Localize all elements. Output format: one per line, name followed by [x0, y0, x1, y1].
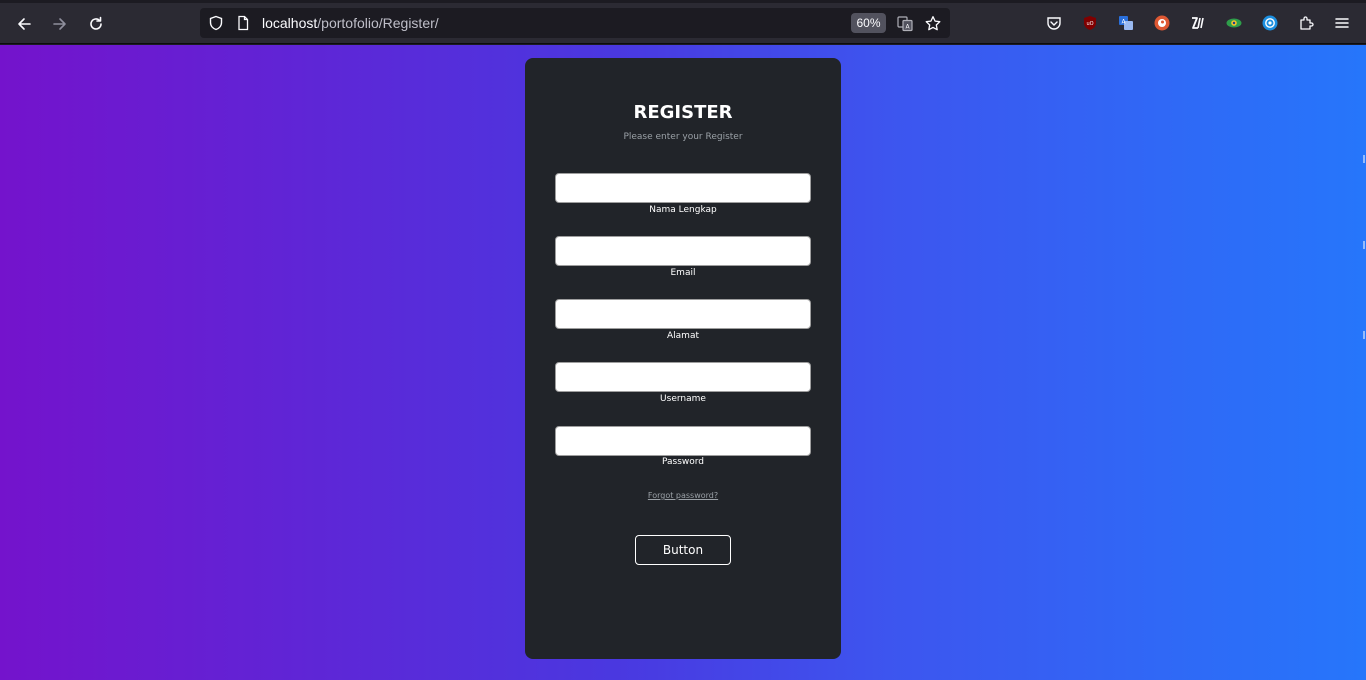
forgot-password-link[interactable]: Forgot password? [525, 491, 841, 500]
url-host: localhost [262, 15, 318, 31]
translate-icon[interactable]: A [897, 15, 913, 31]
scrollbar-marker [1363, 331, 1365, 339]
username-label: Username [660, 394, 706, 404]
url-text[interactable]: localhost/portofolio/Register/ [262, 15, 439, 31]
alamat-label: Alamat [667, 331, 699, 341]
scrollbar-marker [1363, 155, 1365, 163]
page-background: REGISTER Please enter your Register Nama… [0, 45, 1366, 680]
page-icon[interactable] [235, 15, 251, 31]
bookmark-star-icon[interactable] [925, 15, 941, 31]
back-button[interactable] [10, 10, 38, 38]
reload-icon [90, 16, 102, 30]
email-input[interactable] [555, 236, 811, 266]
tab-strip-edge [0, 0, 1366, 3]
translator-icon[interactable]: A [1117, 14, 1134, 31]
scrollbar-marker [1363, 241, 1365, 249]
shield-icon[interactable] [208, 15, 224, 31]
zotero-icon[interactable] [1189, 14, 1206, 31]
zoom-level-badge[interactable]: 60% [851, 13, 886, 33]
password-input[interactable] [555, 426, 811, 456]
eye-extension-icon[interactable] [1225, 14, 1242, 31]
extensions-icon[interactable] [1297, 14, 1314, 31]
register-card: REGISTER Please enter your Register Nama… [525, 58, 841, 659]
nama-lengkap-label: Nama Lengkap [649, 205, 717, 215]
forward-button[interactable] [46, 10, 74, 38]
globe-extension-icon[interactable] [1261, 14, 1278, 31]
ublock-icon[interactable]: uO [1081, 14, 1098, 31]
nama-lengkap-input[interactable] [555, 173, 811, 203]
svg-text:uO: uO [1086, 21, 1093, 27]
username-input[interactable] [555, 362, 811, 392]
form-title: REGISTER [633, 102, 733, 123]
forward-icon [53, 18, 66, 30]
form-subtitle: Please enter your Register [623, 132, 743, 142]
pocket-icon[interactable] [1045, 14, 1062, 31]
submit-button[interactable]: Button [635, 535, 731, 565]
email-label: Email [670, 268, 696, 278]
password-label: Password [661, 457, 705, 467]
url-path: /portofolio/Register/ [317, 15, 439, 31]
menu-icon[interactable] [1333, 14, 1350, 31]
alamat-input[interactable] [555, 299, 811, 329]
duckduckgo-icon[interactable] [1153, 14, 1170, 31]
reload-button[interactable] [82, 10, 110, 38]
back-icon [18, 18, 31, 30]
browser-toolbar: localhost/portofolio/Register/ 60% A uO [0, 0, 1366, 44]
address-bar[interactable]: localhost/portofolio/Register/ 60% A [200, 8, 950, 38]
